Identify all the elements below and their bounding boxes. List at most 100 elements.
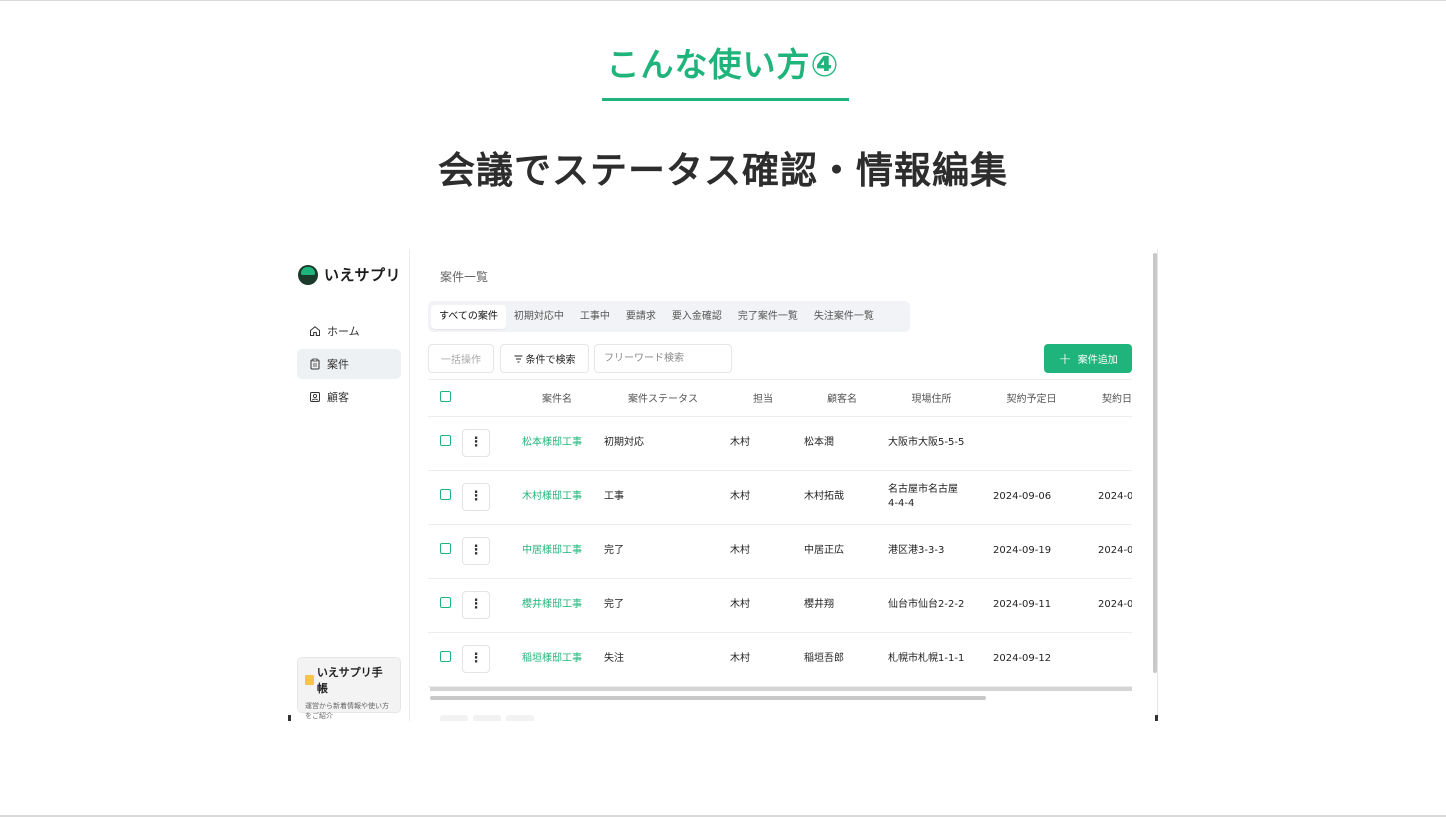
case-address: 大阪市大阪5-5-5 bbox=[884, 416, 979, 471]
add-case-label: 案件追加 bbox=[1077, 355, 1118, 366]
tab-payment-check[interactable]: 要入金確認 bbox=[664, 305, 730, 329]
logo-text: いえサプリ bbox=[324, 266, 402, 284]
more-options-icon[interactable]: ⋮ bbox=[462, 645, 490, 673]
header-case-name[interactable]: 案件名 bbox=[514, 380, 600, 417]
case-name-link[interactable]: 木村様邸工事 bbox=[522, 491, 582, 502]
table-row[interactable]: ⋮ 木村様邸工事 工事 木村 木村拓哉 名古屋市名古屋4-4-4 2024-09… bbox=[428, 470, 1132, 525]
select-all-checkbox[interactable] bbox=[440, 390, 451, 402]
bulk-action-label: 一括操作 bbox=[441, 355, 481, 366]
case-name-cell: 稲垣様邸工事 bbox=[514, 632, 600, 687]
sidebar: いえサプリ ホーム 案件 顧客 いえサプリ手帳 運営から新着情報や使い方をご紹介 bbox=[288, 249, 410, 721]
tab-all-cases[interactable]: すべての案件 bbox=[431, 304, 506, 329]
sidebar-item-home[interactable]: ホーム bbox=[297, 316, 401, 346]
header-contract-date[interactable]: 契約日 bbox=[1084, 380, 1132, 417]
header-actions bbox=[462, 380, 514, 417]
header-planned-date[interactable]: 契約予定日 bbox=[979, 380, 1084, 417]
add-case-button[interactable]: + 案件追加 bbox=[1044, 344, 1132, 373]
case-status: 初期対応 bbox=[600, 416, 726, 471]
select-all-cell bbox=[428, 380, 462, 417]
case-name-link[interactable]: 松本様邸工事 bbox=[522, 437, 582, 448]
more-options-icon[interactable]: ⋮ bbox=[462, 591, 490, 619]
guide-title: いえサプリ手帳 bbox=[316, 666, 383, 695]
tab-billing-required[interactable]: 要請求 bbox=[618, 305, 664, 329]
horizontal-scroll-track[interactable] bbox=[430, 687, 1132, 691]
case-status: 工事 bbox=[600, 470, 726, 525]
search-input[interactable] bbox=[594, 344, 732, 373]
case-name-link[interactable]: 稲垣様邸工事 bbox=[522, 653, 582, 664]
vertical-scrollbar[interactable] bbox=[1153, 253, 1157, 673]
sidebar-item-label: 案件 bbox=[327, 358, 349, 371]
case-owner: 木村 bbox=[726, 632, 800, 687]
horizontal-scrollbar[interactable] bbox=[430, 696, 986, 700]
case-status: 完了 bbox=[600, 524, 726, 579]
more-options-icon[interactable]: ⋮ bbox=[462, 537, 490, 565]
case-contract-date: 2024-09- bbox=[1084, 578, 1132, 633]
logo[interactable]: いえサプリ bbox=[298, 264, 401, 285]
tab-lost[interactable]: 失注案件一覧 bbox=[806, 305, 882, 329]
row-actions-cell: ⋮ bbox=[462, 578, 514, 633]
cases-table: 案件名 案件ステータス 担当 顧客名 現場住所 契約予定日 契約日 ⋮ 松本様邸… bbox=[428, 379, 1132, 695]
case-customer: 櫻井翔 bbox=[800, 578, 884, 633]
filter-search-button[interactable]: 条件で検索 bbox=[500, 344, 589, 373]
sidebar-item-customers[interactable]: 顧客 bbox=[297, 382, 401, 412]
table-row[interactable]: ⋮ 櫻井様邸工事 完了 木村 櫻井翔 仙台市仙台2-2-2 2024-09-11… bbox=[428, 578, 1132, 633]
case-customer: 中居正広 bbox=[800, 524, 884, 579]
row-checkbox[interactable] bbox=[440, 543, 451, 554]
more-options-icon[interactable]: ⋮ bbox=[462, 483, 490, 511]
frame-corner bbox=[1155, 715, 1158, 721]
case-name-cell: 中居様邸工事 bbox=[514, 524, 600, 579]
top-divider bbox=[0, 0, 1446, 1]
frame-corner bbox=[288, 715, 291, 721]
tab-initial-response[interactable]: 初期対応中 bbox=[506, 305, 572, 329]
guide-card[interactable]: いえサプリ手帳 運営から新着情報や使い方をご紹介 bbox=[297, 657, 401, 720]
case-owner: 木村 bbox=[726, 470, 800, 525]
table-header-row: 案件名 案件ステータス 担当 顧客名 現場住所 契約予定日 契約日 bbox=[428, 380, 1132, 417]
tab-in-construction[interactable]: 工事中 bbox=[572, 305, 618, 329]
case-customer: 木村拓哉 bbox=[800, 470, 884, 525]
case-tabs: すべての案件 初期対応中 工事中 要請求 要入金確認 完了案件一覧 失注案件一覧 bbox=[428, 301, 910, 332]
slide-title: 会議でステータス確認・情報編集 bbox=[438, 149, 1008, 192]
pagination-button[interactable] bbox=[440, 715, 468, 721]
plus-icon: + bbox=[1058, 348, 1072, 368]
tab-completed[interactable]: 完了案件一覧 bbox=[730, 305, 806, 329]
header-owner[interactable]: 担当 bbox=[726, 380, 800, 417]
guide-description: 運営から新着情報や使い方をご紹介 bbox=[305, 702, 389, 720]
header-address[interactable]: 現場住所 bbox=[884, 380, 979, 417]
row-actions-cell: ⋮ bbox=[462, 470, 514, 525]
case-name-cell: 木村様邸工事 bbox=[514, 470, 600, 525]
sidebar-item-cases[interactable]: 案件 bbox=[297, 349, 401, 379]
case-planned-date: 2024-09-11 bbox=[979, 578, 1084, 633]
more-options-icon[interactable]: ⋮ bbox=[462, 429, 490, 457]
pagination-button[interactable] bbox=[473, 715, 501, 721]
case-address: 仙台市仙台2-2-2 bbox=[884, 578, 979, 633]
pagination-button[interactable] bbox=[506, 715, 534, 721]
case-address: 港区港3-3-3 bbox=[884, 524, 979, 579]
case-name-link[interactable]: 中居様邸工事 bbox=[522, 545, 582, 556]
row-checkbox[interactable] bbox=[440, 435, 451, 446]
case-status: 失注 bbox=[600, 632, 726, 687]
notebook-icon bbox=[305, 675, 314, 685]
case-owner: 木村 bbox=[726, 578, 800, 633]
row-select-cell bbox=[428, 578, 462, 633]
clipboard-icon bbox=[310, 358, 320, 370]
table-row[interactable]: ⋮ 中居様邸工事 完了 木村 中居正広 港区港3-3-3 2024-09-19 … bbox=[428, 524, 1132, 579]
guide-title-row: いえサプリ手帳 bbox=[305, 664, 393, 696]
case-name-link[interactable]: 櫻井様邸工事 bbox=[522, 599, 582, 610]
table-row[interactable]: ⋮ 松本様邸工事 初期対応 木村 松本潤 大阪市大阪5-5-5 bbox=[428, 416, 1132, 471]
row-actions-cell: ⋮ bbox=[462, 632, 514, 687]
row-checkbox[interactable] bbox=[440, 489, 451, 500]
row-actions-cell: ⋮ bbox=[462, 416, 514, 471]
case-customer: 松本潤 bbox=[800, 416, 884, 471]
header-customer[interactable]: 顧客名 bbox=[800, 380, 884, 417]
case-contract-date bbox=[1084, 632, 1132, 687]
case-planned-date: 2024-09-12 bbox=[979, 632, 1084, 687]
row-checkbox[interactable] bbox=[440, 651, 451, 662]
main-content: 案件一覧 すべての案件 初期対応中 工事中 要請求 要入金確認 完了案件一覧 失… bbox=[410, 249, 1157, 721]
case-owner: 木村 bbox=[726, 524, 800, 579]
sidebar-nav: ホーム 案件 顧客 bbox=[297, 316, 401, 415]
header-case-status[interactable]: 案件ステータス bbox=[600, 380, 726, 417]
sidebar-item-label: ホーム bbox=[327, 325, 360, 338]
row-checkbox[interactable] bbox=[440, 597, 451, 608]
table-row[interactable]: ⋮ 稲垣様邸工事 失注 木村 稲垣吾郎 札幌市札幌1-1-1 2024-09-1… bbox=[428, 632, 1132, 687]
bulk-action-button[interactable]: 一括操作 bbox=[428, 344, 494, 373]
